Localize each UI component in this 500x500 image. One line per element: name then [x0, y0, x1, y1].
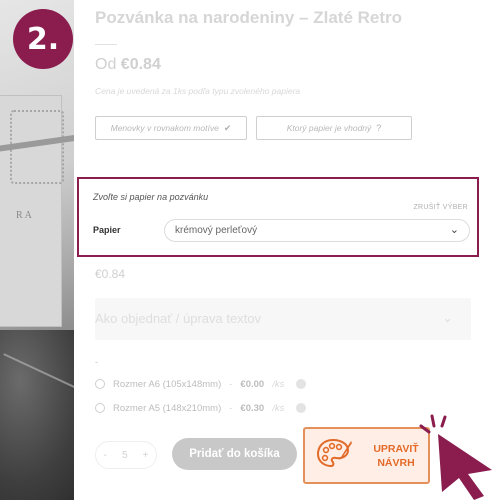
edit-design-button[interactable]: UPRAVIŤ NÁVRH — [303, 427, 430, 484]
decrease-button[interactable]: - — [104, 450, 107, 461]
product-image: RA — [0, 0, 74, 500]
check-circle-icon: ✔ — [223, 122, 232, 133]
palette-icon — [315, 437, 353, 474]
order-info-accordion[interactable]: Ako objednať / úprava textov ⌄ — [95, 298, 471, 340]
name-tags-button[interactable]: Menovky v rovnakom motíve ✔ — [95, 116, 247, 140]
order-info-label: Ako objednať / úprava textov — [95, 311, 262, 326]
paper-help-label: Ktorý papier je vhodný — [286, 123, 372, 133]
size-price: €0.00 — [240, 378, 265, 390]
chevron-down-icon: ⌄ — [449, 224, 459, 236]
size-unit: /ks — [272, 378, 285, 390]
size-option-a6[interactable]: Rozmer A6 (105x148mm) · €0.00 /ks — [95, 377, 307, 391]
info-icon[interactable] — [296, 403, 307, 413]
price-note: Cena je uvedená za 1ks podľa typu zvolen… — [95, 86, 301, 96]
increase-button[interactable]: + — [143, 450, 149, 461]
price-separator: · — [229, 378, 233, 390]
paper-help-button[interactable]: Ktorý papier je vhodný ? — [256, 116, 412, 140]
price-from-prefix: Od — [95, 56, 117, 73]
image-text-fragment: RA — [16, 210, 34, 221]
quantity-stepper[interactable]: - 5 + — [95, 441, 157, 469]
size-label: Rozmer A5 (148x210mm) — [113, 402, 222, 414]
clear-selection-link[interactable]: ZRUŠIŤ VÝBER — [413, 204, 468, 211]
radio-a6[interactable] — [95, 379, 105, 389]
paper-selector-heading: Zvoľte si papier na pozvánku — [93, 192, 209, 202]
title-divider — [95, 44, 117, 45]
radio-a5[interactable] — [95, 403, 105, 413]
price-from: Od €0.84 — [95, 56, 161, 74]
edit-design-line1: UPRAVIŤ — [373, 442, 419, 455]
current-price: €0.84 — [95, 267, 126, 281]
size-label: Rozmer A6 (105x148mm) — [113, 378, 222, 390]
hand-pointer-icon — [419, 414, 492, 500]
size-unit: /ks — [272, 402, 285, 414]
size-price: €0.30 — [240, 402, 265, 414]
edit-design-line2: NÁVRH — [377, 456, 415, 469]
product-title: Pozvánka na narodeniny – Zlaté Retro — [95, 8, 403, 27]
help-circle-icon: ? — [376, 123, 382, 133]
info-icon[interactable] — [296, 379, 307, 389]
price-from-amount: €0.84 — [120, 56, 161, 73]
paper-selector: Zvoľte si papier na pozvánku ZRUŠIŤ VÝBE… — [77, 177, 479, 257]
size-option-a5[interactable]: Rozmer A5 (148x210mm) · €0.30 /ks — [95, 401, 307, 415]
paper-label: Papier — [93, 225, 121, 235]
price-separator: · — [229, 402, 233, 414]
add-to-cart-button[interactable]: Pridať do košíka — [172, 438, 297, 470]
paper-select[interactable]: krémový perleťový ⌄ — [164, 219, 470, 242]
quantity-value[interactable]: 5 — [122, 450, 128, 461]
chevron-down-icon: ⌄ — [442, 310, 453, 325]
ornament-pattern — [10, 110, 64, 184]
paper-select-value: krémový perleťový — [175, 225, 258, 236]
list-marker: - — [95, 357, 98, 367]
step-badge: 2. — [13, 9, 73, 69]
name-tags-label: Menovky v rovnakom motíve — [110, 123, 219, 133]
